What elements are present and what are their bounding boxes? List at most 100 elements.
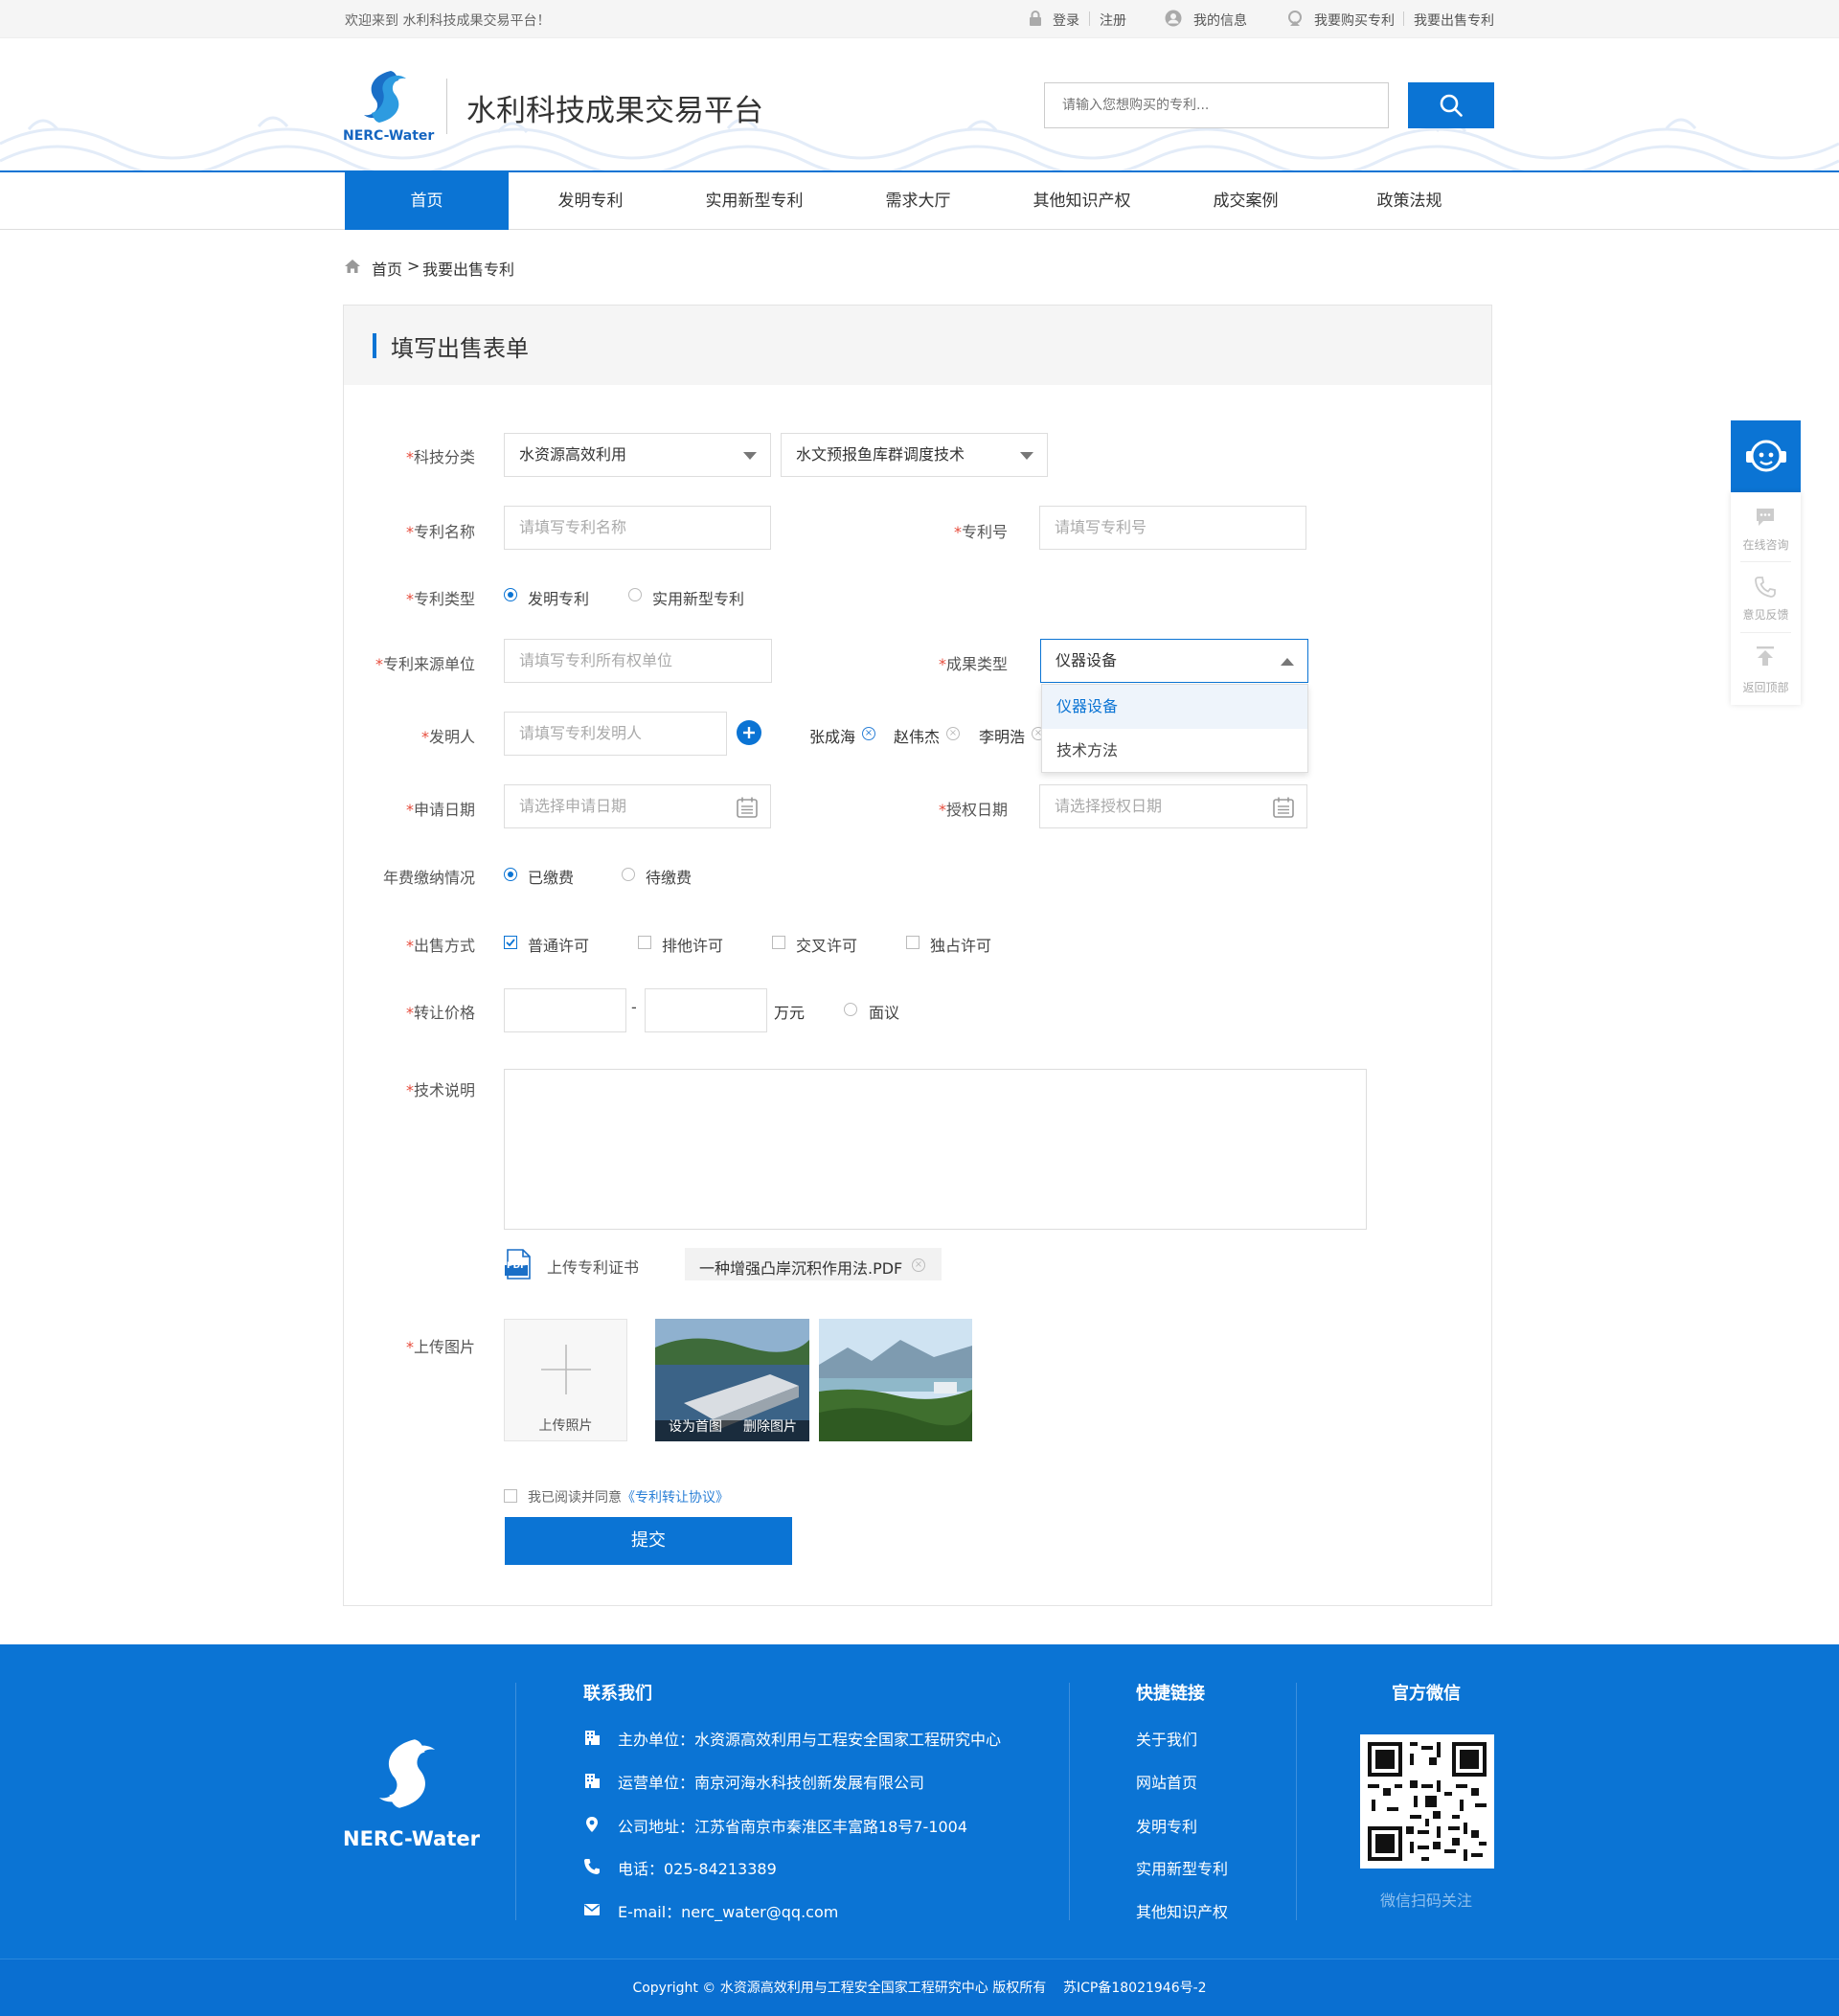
chat-icon[interactable] [1754, 506, 1777, 529]
price-negotiable-label[interactable]: 面议 [869, 1000, 899, 1023]
sale-cross-checkbox[interactable] [772, 936, 785, 949]
dropdown-option-instrument[interactable]: 仪器设备 [1042, 685, 1307, 729]
chevron-down-icon [743, 452, 757, 460]
agreement-checkbox[interactable] [504, 1489, 517, 1503]
grant-date-input[interactable]: 请选择授权日期 [1039, 784, 1307, 828]
nav-policy[interactable]: 政策法规 [1328, 172, 1491, 230]
price-min-input[interactable] [504, 988, 626, 1032]
search-button[interactable] [1408, 82, 1494, 128]
nav-other-ip[interactable]: 其他知识产权 [1000, 172, 1164, 230]
set-cover-button[interactable]: 设为首图 [669, 1416, 722, 1436]
remove-tag-icon[interactable]: × [946, 727, 960, 740]
divider [1403, 11, 1404, 26]
sale-sole-checkbox[interactable] [906, 936, 920, 949]
remove-tag-icon[interactable]: × [862, 727, 875, 740]
upload-certificate-button[interactable]: 上传专利证书 [547, 1255, 639, 1278]
fee-paid-label[interactable]: 已缴费 [528, 865, 574, 888]
feedback-label[interactable]: 意见反馈 [1731, 606, 1801, 623]
agreement-link[interactable]: 《专利转让协议》 [622, 1487, 729, 1506]
footer-divider [1296, 1683, 1297, 1920]
check-icon [506, 939, 515, 947]
home-icon [345, 260, 360, 273]
footer-email: E-mail：nerc_water@qq.com [618, 1903, 839, 1921]
footer-phone: 电话：025-84213389 [618, 1860, 777, 1878]
contact-title: 联系我们 [583, 1684, 652, 1704]
footer-link-home[interactable]: 网站首页 [1136, 1770, 1197, 1793]
tech-desc-textarea[interactable] [504, 1069, 1367, 1230]
search-input[interactable] [1044, 82, 1389, 128]
source-unit-input[interactable]: 请填写专利所有权单位 [504, 639, 772, 683]
delete-image-button[interactable]: 删除图片 [743, 1416, 797, 1436]
footer-link-utility[interactable]: 实用新型专利 [1136, 1856, 1228, 1879]
sale-exclusive-other-checkbox[interactable] [638, 936, 651, 949]
remove-file-icon[interactable]: × [912, 1258, 925, 1272]
source-unit-label: *专利来源单位 [375, 655, 475, 673]
my-info-link[interactable]: 我的信息 [1193, 11, 1247, 30]
back-to-top-label[interactable]: 返回顶部 [1731, 679, 1801, 695]
fee-paid-radio[interactable] [504, 868, 517, 881]
uploaded-image-landscape[interactable] [819, 1319, 972, 1441]
back-to-top-icon[interactable] [1754, 645, 1777, 668]
footer-link-invention[interactable]: 发明专利 [1136, 1814, 1197, 1837]
footer-link-other-ip[interactable]: 其他知识产权 [1136, 1899, 1228, 1922]
footer-link-about[interactable]: 关于我们 [1136, 1727, 1197, 1750]
wechat-title: 官方微信 [1392, 1684, 1461, 1704]
sale-exclusive-other-label[interactable]: 排他许可 [662, 933, 723, 956]
nerc-logo-icon[interactable] [352, 67, 418, 126]
result-type-select[interactable]: 仪器设备 [1040, 639, 1308, 683]
lock-icon [1030, 11, 1041, 26]
submit-button[interactable]: 提交 [505, 1517, 792, 1565]
calendar-icon[interactable] [736, 796, 759, 819]
chevron-down-icon [1020, 452, 1033, 460]
online-consult-label[interactable]: 在线咨询 [1731, 536, 1801, 553]
upload-photo-button[interactable]: 上传照片 [504, 1319, 627, 1441]
patent-type-invention-label[interactable]: 发明专利 [528, 586, 589, 609]
inventor-input[interactable]: 请填写专利发明人 [504, 712, 727, 756]
category-secondary-select[interactable]: 水文预报鱼库群调度技术 [781, 433, 1048, 477]
add-inventor-icon[interactable] [737, 720, 761, 745]
sale-general-checkbox[interactable] [504, 936, 517, 949]
patent-type-invention-radio[interactable] [504, 588, 517, 601]
dropdown-option-method[interactable]: 技术方法 [1042, 729, 1307, 773]
buy-patent-link[interactable]: 我要购买专利 [1314, 11, 1395, 30]
nav-cases[interactable]: 成交案例 [1164, 172, 1328, 230]
price-max-input[interactable] [645, 988, 767, 1032]
sell-patent-link[interactable]: 我要出售专利 [1414, 11, 1494, 30]
footer-operator: 运营单位：南京河海水科技创新发展有限公司 [618, 1774, 925, 1792]
patent-no-input[interactable]: 请填写专利号 [1039, 506, 1306, 550]
apply-date-input[interactable]: 请选择申请日期 [504, 784, 771, 828]
logo-divider [446, 79, 447, 134]
customer-service-button[interactable] [1731, 420, 1801, 492]
certificate-file-name: 一种增强凸岸沉积作用法.PDF [699, 1259, 903, 1278]
sale-cross-label[interactable]: 交叉许可 [796, 933, 857, 956]
footer-logo-text: NERC-Water [343, 1827, 480, 1850]
welcome-text: 欢迎来到 水利科技成果交易平台！ [345, 13, 551, 29]
upload-photo-label: 上传照片 [538, 1418, 593, 1434]
user-icon [1165, 10, 1182, 27]
fee-pending-radio[interactable] [622, 868, 635, 881]
sale-sole-label[interactable]: 独占许可 [930, 933, 991, 956]
wechat-caption: 微信扫码关注 [1380, 1891, 1473, 1910]
nav-home[interactable]: 首页 [345, 172, 509, 230]
nav-utility-patent[interactable]: 实用新型专利 [672, 172, 836, 230]
nav-invention-patent[interactable]: 发明专利 [509, 172, 672, 230]
login-link[interactable]: 登录 [1053, 11, 1079, 30]
result-type-dropdown: 仪器设备 技术方法 [1041, 684, 1308, 773]
sale-general-label[interactable]: 普通许可 [528, 933, 589, 956]
phone-icon[interactable] [1754, 576, 1777, 599]
calendar-icon[interactable] [1272, 796, 1295, 819]
footer-host: 主办单位：水资源高效利用与工程安全国家工程研究中心 [618, 1731, 1002, 1749]
register-link[interactable]: 注册 [1100, 11, 1126, 30]
patent-type-utility-label[interactable]: 实用新型专利 [652, 586, 744, 609]
patent-type-utility-radio[interactable] [628, 588, 642, 601]
price-negotiable-radio[interactable] [844, 1003, 857, 1016]
email-icon [584, 1904, 600, 1915]
patent-type-label: *专利类型 [406, 590, 476, 608]
breadcrumb-home[interactable]: 首页 [372, 257, 402, 280]
category-primary-select[interactable]: 水资源高效利用 [504, 433, 771, 477]
divider [1740, 561, 1791, 562]
form-title: 填写出售表单 [391, 335, 529, 362]
patent-name-input[interactable]: 请填写专利名称 [504, 506, 771, 550]
fee-pending-label[interactable]: 待缴费 [646, 865, 692, 888]
nav-demand-hall[interactable]: 需求大厅 [836, 172, 1000, 230]
